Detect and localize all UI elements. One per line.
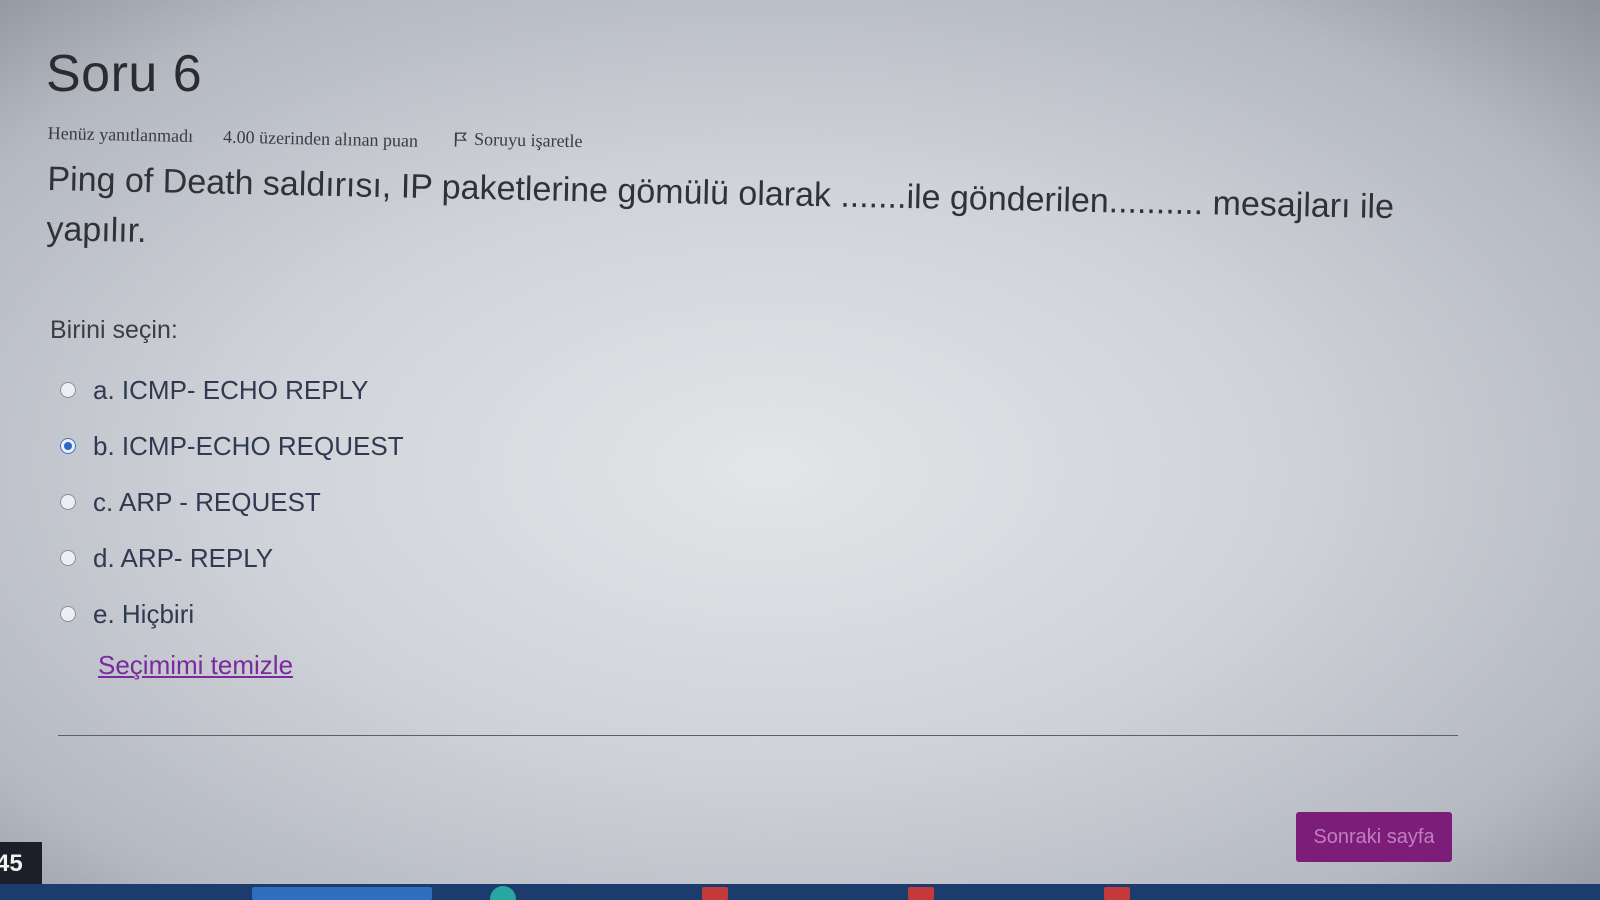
question-text: Ping of Death saldırısı, IP paketlerine … — [46, 159, 1395, 251]
next-page-button[interactable]: Sonraki sayfa — [1296, 812, 1452, 862]
radio-button-c[interactable] — [60, 494, 76, 510]
answer-option-label: c. ARP - REQUEST — [93, 486, 321, 517]
answer-option-a[interactable]: a. ICMP- ECHO REPLY — [60, 362, 404, 418]
answer-option-e[interactable]: e. Hiçbiri — [60, 586, 404, 642]
radio-button-d[interactable] — [60, 550, 76, 566]
answer-options: a. ICMP- ECHO REPLY b. ICMP-ECHO REQUEST… — [60, 362, 404, 642]
taskbar-app-icon[interactable] — [1104, 887, 1130, 900]
answer-option-c[interactable]: c. ARP - REQUEST — [60, 474, 404, 530]
section-divider — [58, 735, 1458, 736]
quiz-page: Soru 6 Henüz yanıtlanmadı 4.00 üzerinden… — [0, 0, 1600, 900]
radio-button-b[interactable] — [60, 438, 76, 454]
flag-icon — [454, 131, 468, 147]
answer-option-label: e. Hiçbiri — [93, 598, 195, 629]
answer-option-b[interactable]: b. ICMP-ECHO REQUEST — [60, 418, 404, 474]
taskbar-app-icon[interactable] — [702, 887, 728, 900]
answer-option-label: a. ICMP- ECHO REPLY — [93, 374, 369, 405]
question-points: 4.00 üzerinden alınan puan — [222, 126, 419, 151]
answer-prompt: Birini seçin: — [50, 316, 178, 344]
taskbar-app-icon[interactable] — [908, 887, 934, 900]
answer-status: Henüz yanıtlanmadı — [47, 122, 194, 146]
taskbar-app-icon[interactable] — [490, 886, 516, 900]
taskbar — [0, 884, 1600, 900]
question-info: Henüz yanıtlanmadı 4.00 üzerinden alınan… — [48, 120, 583, 155]
answer-option-d[interactable]: d. ARP- REPLY — [60, 530, 404, 586]
radio-button-e[interactable] — [60, 606, 76, 622]
answer-option-label: b. ICMP-ECHO REQUEST — [93, 430, 404, 461]
question-title: Soru 6 — [46, 45, 203, 103]
flag-question-label: Soruyu işaretle — [473, 128, 583, 152]
flag-question-link[interactable]: Soruyu işaretle — [454, 129, 583, 153]
radio-button-a[interactable] — [60, 382, 76, 398]
taskbar-button[interactable] — [252, 887, 432, 900]
system-clock: 45 — [0, 842, 42, 886]
answer-option-label: d. ARP- REPLY — [93, 542, 274, 573]
clear-selection-link[interactable]: Seçimimi temizle — [98, 650, 293, 681]
